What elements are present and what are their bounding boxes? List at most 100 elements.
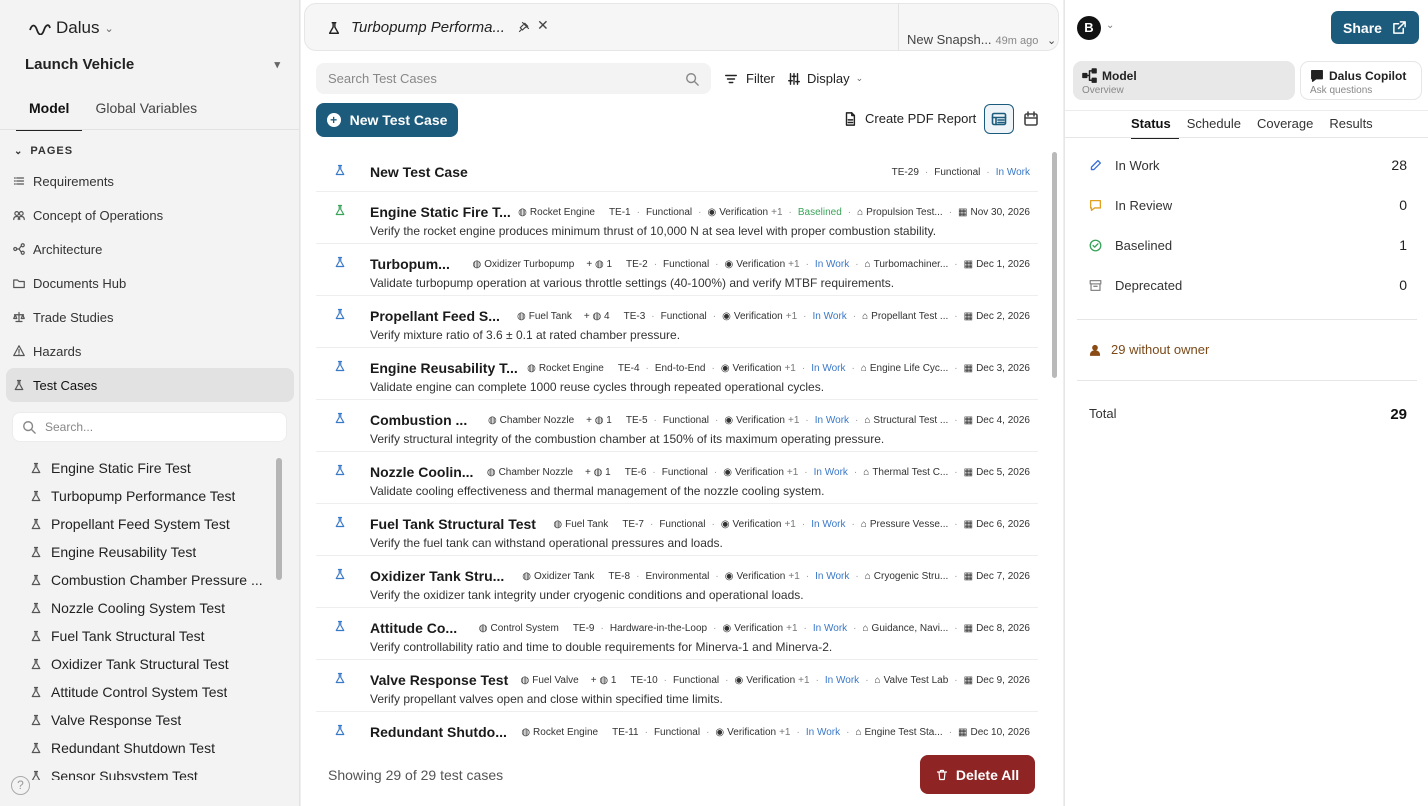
tab-global-variables[interactable]: Global Variables <box>82 100 210 131</box>
cube-icon: ◍ <box>527 362 536 374</box>
test-list-item[interactable]: Turbopump Performance Test <box>30 482 270 510</box>
date-value: Nov 30, 2026 <box>970 206 1031 218</box>
pin-icon[interactable] <box>518 21 530 33</box>
tab-status[interactable]: Status <box>1131 116 1179 139</box>
tab-turbopump[interactable]: Turbopump Performa... <box>327 19 505 36</box>
pages-section-toggle[interactable]: ⌄ PAGES <box>14 145 73 157</box>
tab-model[interactable]: Model <box>16 100 83 131</box>
sidebar-item-architecture[interactable]: Architecture <box>6 232 294 266</box>
test-list-item[interactable]: Nozzle Cooling System Test <box>30 594 270 622</box>
table-row[interactable]: Valve Response Test ◍ Fuel Valve + ◍ 1 TE-10… <box>316 660 1038 712</box>
test-list-item[interactable]: Redundant Shutdown Test <box>30 734 270 762</box>
component-name: Oxidizer Tank <box>534 570 595 582</box>
table-view-button[interactable] <box>984 104 1014 134</box>
new-test-case-button[interactable]: + New Test Case <box>316 103 458 137</box>
display-button[interactable]: Display ⌄ <box>787 71 863 86</box>
table-row[interactable]: Engine Static Fire T... ◍ Rocket Engine TE-… <box>316 192 1038 244</box>
sidebar-item-requirements[interactable]: Requirements <box>6 164 294 198</box>
status-row-baselined[interactable]: Baselined 1 <box>1089 235 1407 255</box>
test-list-item[interactable]: Propellant Feed System Test <box>30 510 270 538</box>
table-row[interactable]: Oxidizer Tank Stru... ◍ Oxidizer Tank TE-8 ·… <box>316 556 1038 608</box>
test-list-item[interactable]: Attitude Control System Test <box>30 678 270 706</box>
calendar-icon: ▦ <box>963 414 974 426</box>
table-row[interactable]: Turbopum... ◍ Oxidizer Turbopump + ◍ 1 TE-2 ·… <box>316 244 1038 296</box>
create-pdf-report-button[interactable]: Create PDF Report <box>843 111 976 126</box>
due-date: ▦ Dec 2, 2026 <box>964 311 1030 322</box>
chevron-down-icon[interactable]: ⌄ <box>1106 20 1114 31</box>
status-row-in-review[interactable]: In Review 0 <box>1089 195 1407 215</box>
test-description: Validate turbopump operation at various … <box>370 276 895 290</box>
table-row[interactable]: Nozzle Coolin... ◍ Chamber Nozzle + ◍ 1 TE-6… <box>316 452 1038 504</box>
test-list-item-label: Redundant Shutdown Test <box>51 740 215 756</box>
table-row[interactable]: Combustion ... ◍ Chamber Nozzle + ◍ 1 TE-5 · F… <box>316 400 1038 452</box>
table-row[interactable]: Propellant Feed S... ◍ Fuel Tank + ◍ 4 TE-3 ·… <box>316 296 1038 348</box>
test-description: Validate cooling effectiveness and therm… <box>370 484 825 498</box>
avatar[interactable]: B <box>1077 16 1101 40</box>
component-tag: ◍ Rocket Engine <box>527 363 604 374</box>
separator: · <box>948 726 953 738</box>
delete-all-button[interactable]: Delete All <box>920 755 1035 794</box>
table-row[interactable]: Fuel Tank Structural Test ◍ Fuel Tank TE-7 ·… <box>316 504 1038 556</box>
flask-icon <box>334 204 346 216</box>
without-owner-link[interactable]: 29 without owner <box>1089 342 1209 357</box>
main-panel: Turbopump Performa... ✕ New Snapsh... 49m… <box>301 0 1063 806</box>
table-row[interactable]: New Test Case TE-29 · Functional · In Work <box>316 152 1038 192</box>
sidebar-item-test-cases[interactable]: Test Cases <box>6 368 294 402</box>
sidebar-item-documents-hub[interactable]: Documents Hub <box>6 266 294 300</box>
sidebar-item-trade-studies[interactable]: Trade Studies <box>6 300 294 334</box>
model-overview-card[interactable]: Model Overview <box>1073 61 1295 100</box>
table-row[interactable]: Attitude Co... ◍ Control System TE-9 · Hardwa… <box>316 608 1038 660</box>
search-test-cases-input[interactable]: Search Test Cases <box>316 63 711 94</box>
copilot-card[interactable]: Dalus Copilot Ask questions <box>1300 61 1422 100</box>
snapshot-selector[interactable]: New Snapsh... 49m ago ⌄ <box>907 32 1056 47</box>
method-tag: ◉ Verification +1 <box>707 207 782 218</box>
sidebar-item-hazards[interactable]: Hazards <box>6 334 294 368</box>
tab-results[interactable]: Results <box>1329 116 1380 139</box>
component-name: Rocket Engine <box>533 726 599 738</box>
sidebar-item-concept-of-operations[interactable]: Concept of Operations <box>6 198 294 232</box>
test-list-item[interactable]: Oxidizer Tank Structural Test <box>30 650 270 678</box>
test-list-item[interactable]: Engine Reusability Test <box>30 538 270 566</box>
test-case-table: New Test Case TE-29 · Functional · In Work Eng… <box>316 152 1038 748</box>
table-row[interactable]: Engine Reusability T... ◍ Rocket Engine TE-… <box>316 348 1038 400</box>
table-scrollbar[interactable] <box>1052 152 1057 378</box>
calendar-icon: ▦ <box>963 258 974 270</box>
sidebar-scrollbar[interactable] <box>276 458 282 580</box>
help-icon[interactable]: ? <box>11 776 30 795</box>
tab-schedule[interactable]: Schedule <box>1187 116 1249 139</box>
test-list-item[interactable]: Sensor Subsystem Test <box>30 762 270 780</box>
separator: · <box>954 570 958 582</box>
calendar-view-button[interactable] <box>1016 104 1046 134</box>
sidebar-item-label: Concept of Operations <box>33 207 164 223</box>
test-search-input[interactable]: Search... <box>12 412 287 442</box>
tab-coverage[interactable]: Coverage <box>1257 116 1321 139</box>
table-row[interactable]: Redundant Shutdo... ◍ Rocket Engine TE-11 · F… <box>316 712 1038 748</box>
extra-count: 1 <box>606 258 613 270</box>
test-type: Functional <box>659 518 706 530</box>
workspace-switcher[interactable]: Dalus ⌄ <box>28 18 114 38</box>
divider <box>1077 380 1417 381</box>
test-list-item-label: Valve Response Test <box>51 712 182 728</box>
component-tag: ◍ Control System <box>479 623 559 634</box>
search-placeholder: Search... <box>45 420 94 434</box>
project-selector[interactable]: Launch Vehicle ▾ <box>25 56 280 73</box>
test-list-item[interactable]: Engine Static Fire Test <box>30 454 270 482</box>
building-icon: ⌂ <box>864 414 871 426</box>
test-list-item[interactable]: Fuel Tank Structural Test <box>30 622 270 650</box>
close-icon[interactable]: ✕ <box>537 17 549 34</box>
status-row-in-work[interactable]: In Work 28 <box>1089 155 1407 175</box>
status-row-deprecated[interactable]: Deprecated 0 <box>1089 275 1407 295</box>
component-name: Fuel Valve <box>532 674 579 686</box>
building-icon: ⌂ <box>857 206 864 218</box>
test-list-item[interactable]: Valve Response Test <box>30 706 270 734</box>
status-count: 28 <box>1391 157 1407 173</box>
test-id: TE-4 <box>617 362 640 374</box>
separator: · <box>865 674 869 686</box>
separator: · <box>855 258 859 270</box>
extra-tag: + ◍ 1 <box>585 466 611 478</box>
pencil-icon <box>1090 159 1102 170</box>
filter-button[interactable]: Filter <box>724 71 775 86</box>
share-button[interactable]: Share <box>1331 11 1419 44</box>
test-list-item[interactable]: Combustion Chamber Pressure ... <box>30 566 270 594</box>
status-badge: In Work <box>812 622 848 634</box>
